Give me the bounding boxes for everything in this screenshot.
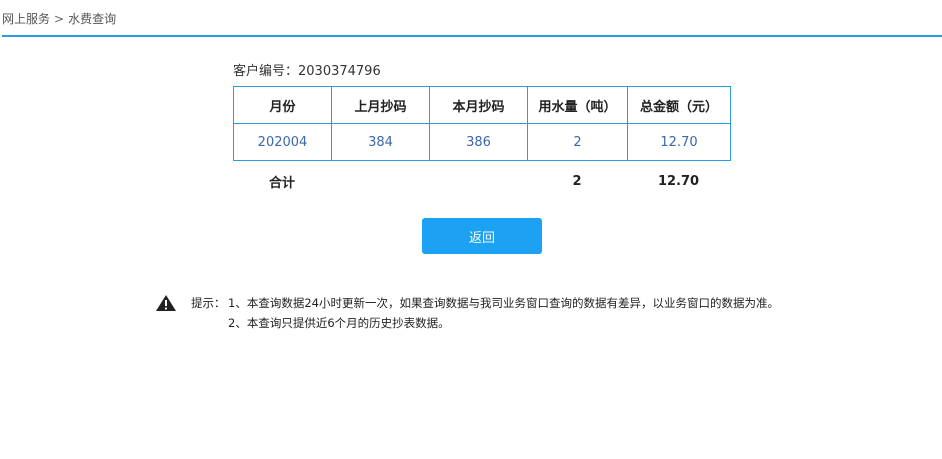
- table-row: 202004 384 386 2 12.70: [233, 123, 731, 161]
- total-row: 合计 2 12.70: [233, 164, 730, 198]
- table-header-row: 月份 上月抄码 本月抄码 用水量（吨） 总金额（元）: [233, 86, 731, 124]
- customer-label: 客户编号：: [233, 64, 299, 79]
- header-total-amount: 总金额（元）: [627, 86, 731, 124]
- total-empty-1: [331, 164, 429, 198]
- total-empty-2: [429, 164, 527, 198]
- customer-number: 2030374796: [298, 64, 381, 79]
- cell-last-reading: 384: [331, 123, 430, 161]
- warning-triangle-icon: [156, 295, 176, 311]
- tips-label: 提示：: [191, 296, 226, 310]
- header-water-usage: 用水量（吨）: [527, 86, 628, 124]
- breadcrumb-home-link[interactable]: 网上服务: [2, 12, 50, 26]
- cell-current-reading: 386: [429, 123, 528, 161]
- header-month: 月份: [233, 86, 332, 124]
- breadcrumb: 网上服务 > 水费查询: [2, 10, 116, 27]
- water-bill-table: 月份 上月抄码 本月抄码 用水量（吨） 总金额（元） 202004 384 38…: [233, 86, 731, 161]
- total-usage: 2: [572, 173, 582, 189]
- tips-line-1: 1、本查询数据24小时更新一次，如果查询数据与我司业务窗口查询的数据有差异，以业…: [228, 296, 779, 310]
- header-current-reading: 本月抄码: [429, 86, 528, 124]
- customer-info: 客户编号：2030374796: [233, 60, 381, 79]
- breadcrumb-current: 水费查询: [68, 12, 117, 26]
- breadcrumb-separator: >: [54, 12, 65, 26]
- cell-water-usage: 2: [527, 123, 628, 161]
- total-label: 合计: [268, 175, 295, 191]
- back-button[interactable]: 返回: [422, 218, 542, 254]
- header-divider: [2, 35, 942, 37]
- header-last-reading: 上月抄码: [331, 86, 430, 124]
- cell-month: 202004: [233, 123, 332, 161]
- tips-line-2: 2、本查询只提供近6个月的历史抄表数据。: [228, 316, 450, 330]
- cell-total-amount: 12.70: [627, 123, 731, 161]
- total-amount: 12.70: [657, 173, 700, 189]
